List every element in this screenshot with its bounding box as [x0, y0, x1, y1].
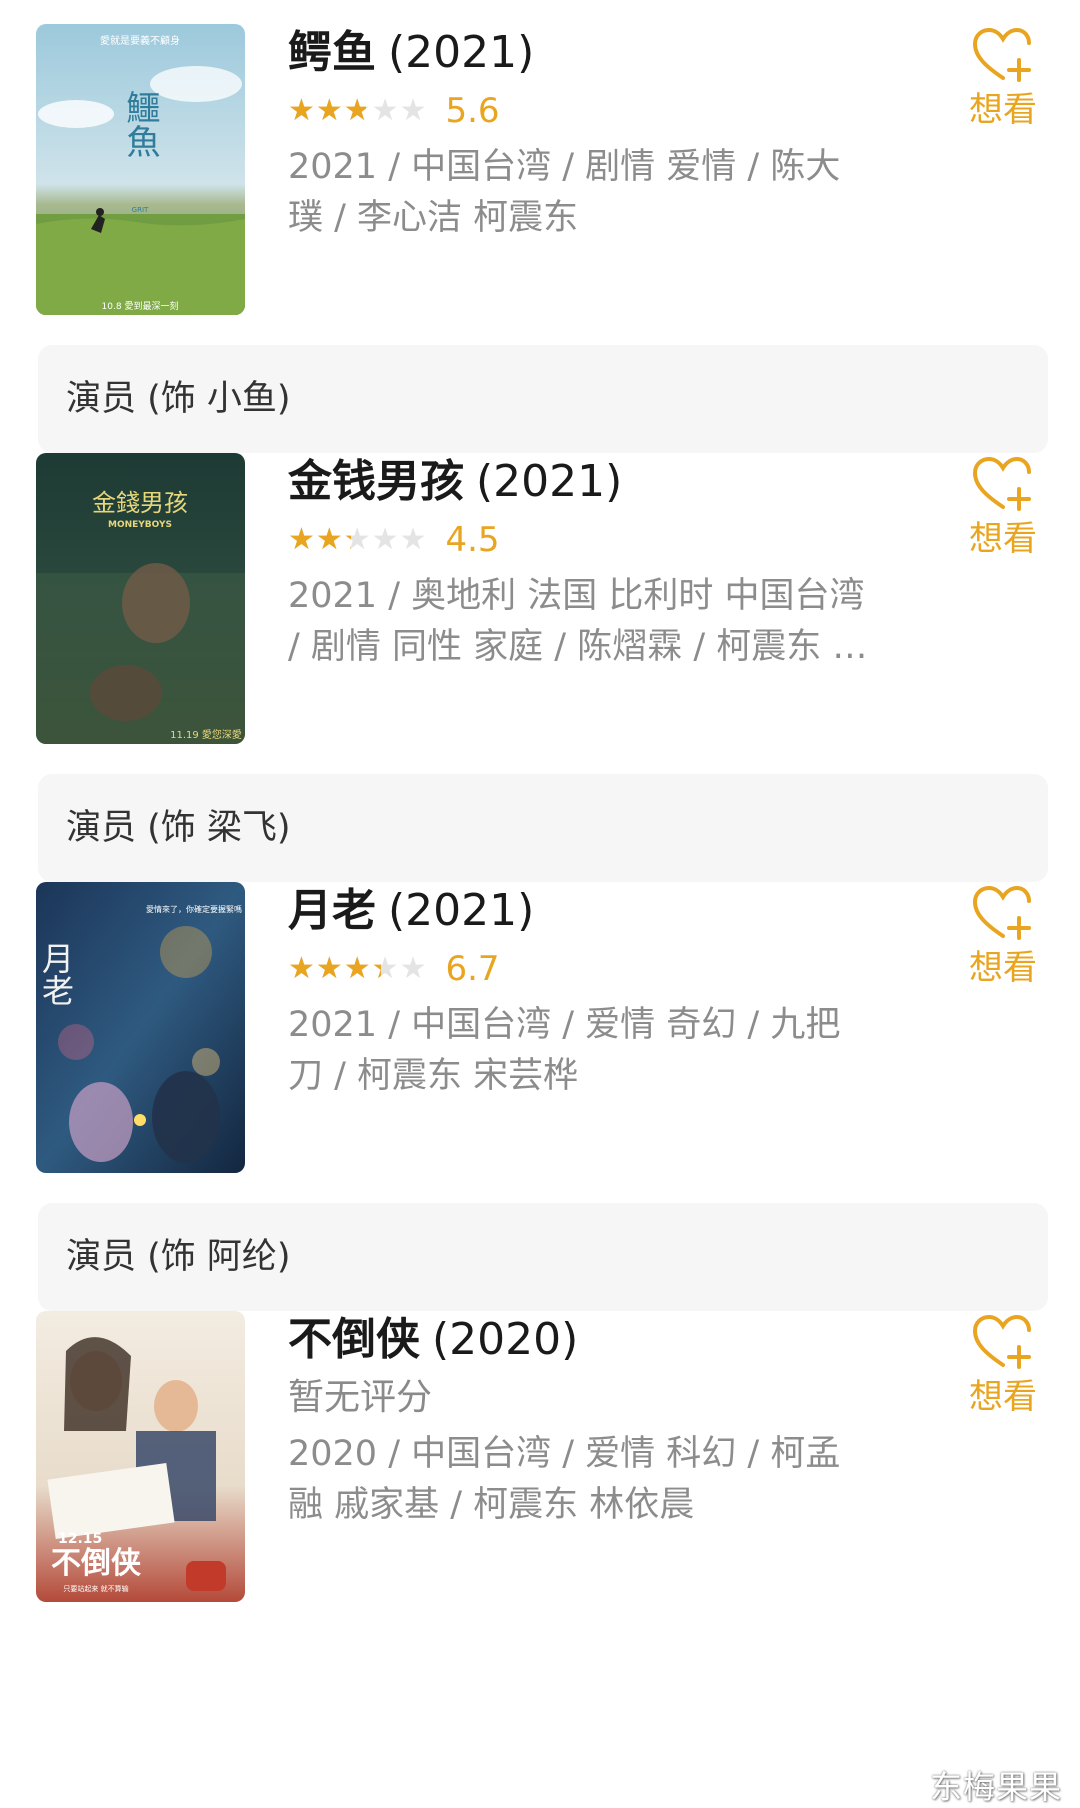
want-label: 想看 — [969, 90, 1037, 130]
rating-row: 暂无评分 — [288, 1373, 868, 1423]
heart-plus-icon — [972, 1314, 1031, 1369]
rating-row: ★★★★★ ★★★★★ 6.7 — [288, 944, 868, 994]
rating-score: 4.5 — [445, 520, 500, 560]
rating-row: ★★★★★ ★★★★★ 4.5 — [288, 515, 868, 565]
poster-title: 不倒侠 — [51, 1546, 142, 1581]
rating-row: ★★★★★ ★★★★★ 5.6 — [288, 86, 868, 136]
movie-title[interactable]: 月老 — [288, 885, 376, 936]
rating-score: 6.7 — [445, 949, 500, 989]
poster-title: 鱷魚 — [120, 90, 160, 158]
movie-entry: 愛就是要義不顧身 鱷魚 GRIT 10.8 愛到最深一刻 鳄鱼 (2021) ★★… — [0, 0, 1080, 496]
want-to-watch-button[interactable]: 想看 — [958, 26, 1048, 132]
movie-info: 月老(2021) ★★★★★ ★★★★★ 6.7 2021 / 中国台湾 / 爱… — [288, 880, 868, 1102]
heart-plus-icon — [972, 885, 1031, 940]
movie-poster[interactable]: 愛就是要義不顧身 鱷魚 GRIT 10.8 愛到最深一刻 — [36, 24, 245, 315]
movie-poster[interactable]: 月老 愛情來了，你確定要握緊嗎 — [36, 882, 245, 1173]
poster-title: 金錢男孩 — [92, 489, 188, 517]
movie-title-row[interactable]: 月老 (2021) — [288, 880, 868, 942]
no-rating-text: 暂无评分 — [288, 1377, 433, 1418]
movie-info: 鳄鱼(2021) ★★★★★ ★★★★★ 5.6 2021 / 中国台湾 / 剧… — [288, 22, 868, 244]
star-rating: ★★★★★ ★★★★★ — [288, 522, 428, 557]
star-fill: ★★★★★ — [288, 96, 367, 126]
movie-year: (2021) — [388, 885, 535, 936]
movie-meta: 2021 / 奥地利 法国 比利时 中国台湾 / 剧情 同性 家庭 / 陈熠霖 … — [288, 576, 868, 667]
want-label: 想看 — [969, 948, 1037, 988]
want-to-watch-button[interactable]: 想看 — [958, 1313, 1048, 1419]
movie-meta: 2021 / 中国台湾 / 爱情 奇幻 / 九把刀 / 柯震东 宋芸桦 — [288, 1005, 841, 1096]
heart-plus-icon — [972, 27, 1031, 82]
poster-date: 11.19 愛您深愛 — [170, 728, 242, 741]
want-to-watch-button[interactable]: 想看 — [958, 455, 1048, 561]
movie-meta: 2020 / 中国台湾 / 爱情 科幻 / 柯孟融 戚家基 / 柯震东 林依晨 — [288, 1434, 841, 1525]
star-fill: ★★★★★ — [288, 954, 381, 984]
poster-tagline: 只要站起来 就不算输 — [63, 1584, 128, 1593]
movie-year: (2020) — [432, 1314, 579, 1365]
movie-card[interactable]: 月老 愛情來了，你確定要握緊嗎 月老(2021) ★★★★★ ★★★★★ 6.7… — [0, 858, 1080, 1173]
movie-poster[interactable]: 金錢男孩 MONEYBOYS 11.19 愛您深愛 — [36, 453, 245, 744]
movie-card[interactable]: 愛就是要義不顧身 鱷魚 GRIT 10.8 愛到最深一刻 鳄鱼 (2021) ★★… — [0, 0, 1080, 315]
movie-year: (2021) — [476, 456, 623, 507]
movie-entry: 金錢男孩 MONEYBOYS 11.19 愛您深愛 金钱男孩 (2021) ★★★… — [0, 429, 1080, 925]
movie-info: 金钱男孩(2021) ★★★★★ ★★★★★ 4.5 2021 / 奥地利 法国… — [288, 451, 868, 673]
movie-title-row[interactable]: 鳄鱼 (2021) — [288, 22, 868, 84]
want-to-watch-button[interactable]: 想看 — [958, 884, 1048, 990]
watermark: 东梅果果 — [930, 1768, 1063, 1806]
poster-english-title: MONEYBOYS — [108, 520, 172, 530]
movie-title-row[interactable]: 金钱男孩 (2021) — [288, 451, 868, 513]
movie-entry: 不倒侠 12.15 只要站起来 就不算输 不倒侠 (2020) 暂无评分 2020… — [0, 1287, 1080, 1783]
poster-tagline: 愛就是要義不顧身 — [100, 34, 180, 47]
movie-title-row[interactable]: 不倒侠 (2020) — [288, 1309, 868, 1371]
poster-english-title: GRIT — [132, 206, 149, 214]
movie-year: (2021) — [388, 27, 535, 78]
movie-card[interactable]: 金錢男孩 MONEYBOYS 11.19 愛您深愛 金钱男孩 (2021) ★★★… — [0, 429, 1080, 744]
want-label: 想看 — [969, 1377, 1037, 1417]
poster-title: 月老 — [37, 942, 75, 1006]
movie-title[interactable]: 金钱男孩 — [288, 456, 464, 507]
movie-entry: 月老 愛情來了，你確定要握緊嗎 月老(2021) ★★★★★ ★★★★★ 6.7… — [0, 858, 1080, 1354]
want-label: 想看 — [969, 519, 1037, 559]
heart-plus-icon — [972, 456, 1031, 511]
poster-date: 10.8 愛到最深一刻 — [102, 300, 179, 312]
movie-meta: 2021 / 中国台湾 / 剧情 爱情 / 陈大璞 / 李心洁 柯震东 — [288, 147, 841, 238]
movie-card[interactable]: 不倒侠 12.15 只要站起来 就不算输 不倒侠 (2020) 暂无评分 2020… — [0, 1287, 1080, 1602]
star-rating: ★★★★★ ★★★★★ — [288, 93, 428, 128]
poster-date: 12.15 — [58, 1531, 102, 1547]
rating-score: 5.6 — [445, 91, 500, 131]
star-fill: ★★★★★ — [288, 525, 351, 555]
poster-tagline: 愛情來了，你確定要握緊嗎 — [146, 904, 242, 914]
star-rating: ★★★★★ ★★★★★ — [288, 951, 428, 986]
movie-poster[interactable]: 不倒侠 12.15 只要站起来 就不算输 — [36, 1311, 245, 1602]
movie-title[interactable]: 不倒侠 — [288, 1314, 420, 1365]
movie-title[interactable]: 鳄鱼 — [288, 27, 376, 78]
movie-info: 不倒侠 (2020) 暂无评分 2020 / 中国台湾 / 爱情 科幻 / 柯孟融… — [288, 1309, 868, 1531]
